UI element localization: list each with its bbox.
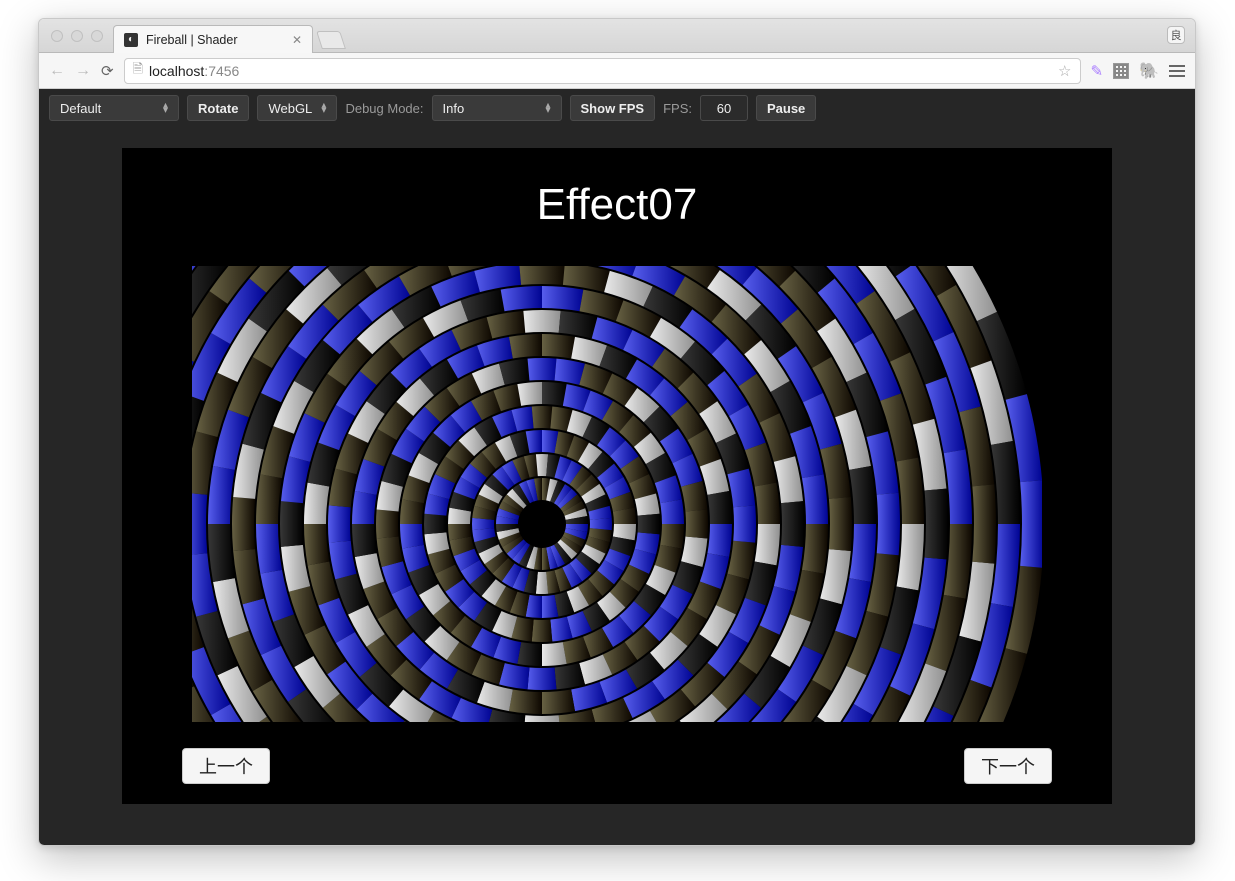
traffic-light-close[interactable] (51, 30, 63, 42)
browser-window: ◐ Fireball | Shader ✕ 良 ← → ⟳ 🗎 localhos… (38, 18, 1196, 846)
forward-button[interactable]: → (75, 62, 91, 80)
renderer-select-value: WebGL (268, 101, 312, 116)
prev-button[interactable]: 上一个 (182, 748, 270, 784)
stage-wrapper: Effect07 上一个 下一个 (39, 127, 1195, 845)
page-viewport: Default ▴▾ Rotate WebGL ▴▾ Debug Mode: I… (39, 89, 1195, 845)
url-bar: ← → ⟳ 🗎 localhost:7456 ☆ ✎ 🐘 (39, 53, 1195, 89)
extension-icons: ✎ 🐘 (1091, 61, 1186, 81)
fps-label: FPS: (663, 101, 692, 116)
debug-mode-label: Debug Mode: (345, 101, 423, 116)
traffic-lights (51, 30, 103, 42)
feather-extension-icon[interactable]: ✎ (1091, 62, 1104, 80)
browser-tab-active[interactable]: ◐ Fireball | Shader ✕ (113, 25, 313, 53)
scene-select[interactable]: Default ▴▾ (49, 95, 179, 121)
nav-arrows: ← → (49, 62, 91, 80)
tab-favicon: ◐ (124, 33, 138, 47)
renderer-select[interactable]: WebGL ▴▾ (257, 95, 337, 121)
back-button[interactable]: ← (49, 62, 65, 80)
url-text: localhost:7456 (149, 63, 239, 79)
shader-output (192, 266, 1042, 722)
scene-select-value: Default (60, 101, 101, 116)
pause-button[interactable]: Pause (756, 95, 816, 121)
chevron-updown-icon: ▴▾ (545, 103, 550, 113)
tab-close-icon[interactable]: ✕ (292, 33, 302, 47)
debug-level-select[interactable]: Info ▴▾ (432, 95, 562, 121)
rotate-button[interactable]: Rotate (187, 95, 249, 121)
new-tab-button[interactable] (316, 31, 346, 49)
debug-toolbar: Default ▴▾ Rotate WebGL ▴▾ Debug Mode: I… (39, 89, 1195, 127)
menu-icon[interactable] (1169, 65, 1185, 77)
tab-strip: ◐ Fireball | Shader ✕ 良 (39, 19, 1195, 53)
chevron-updown-icon: ▴▾ (321, 103, 326, 113)
effect-canvas (192, 266, 1042, 722)
page-icon: 🗎 (133, 60, 143, 82)
evernote-extension-icon[interactable]: 🐘 (1139, 61, 1159, 81)
chevron-updown-icon: ▴▾ (163, 103, 168, 113)
show-fps-button[interactable]: Show FPS (570, 95, 656, 121)
address-bar[interactable]: 🗎 localhost:7456 ☆ (124, 58, 1081, 84)
stage: Effect07 上一个 下一个 (122, 148, 1112, 804)
traffic-light-minimize[interactable] (71, 30, 83, 42)
debug-level-value: Info (443, 101, 465, 116)
reload-button[interactable]: ⟳ (101, 62, 114, 80)
tab-title: Fireball | Shader (146, 33, 238, 47)
bookmark-star-icon[interactable]: ☆ (1058, 62, 1071, 80)
effect-title: Effect07 (122, 180, 1112, 230)
fps-value: 60 (700, 95, 748, 121)
profile-badge[interactable]: 良 (1167, 26, 1185, 44)
next-button[interactable]: 下一个 (964, 748, 1052, 784)
qr-extension-icon[interactable] (1113, 63, 1129, 79)
traffic-light-zoom[interactable] (91, 30, 103, 42)
